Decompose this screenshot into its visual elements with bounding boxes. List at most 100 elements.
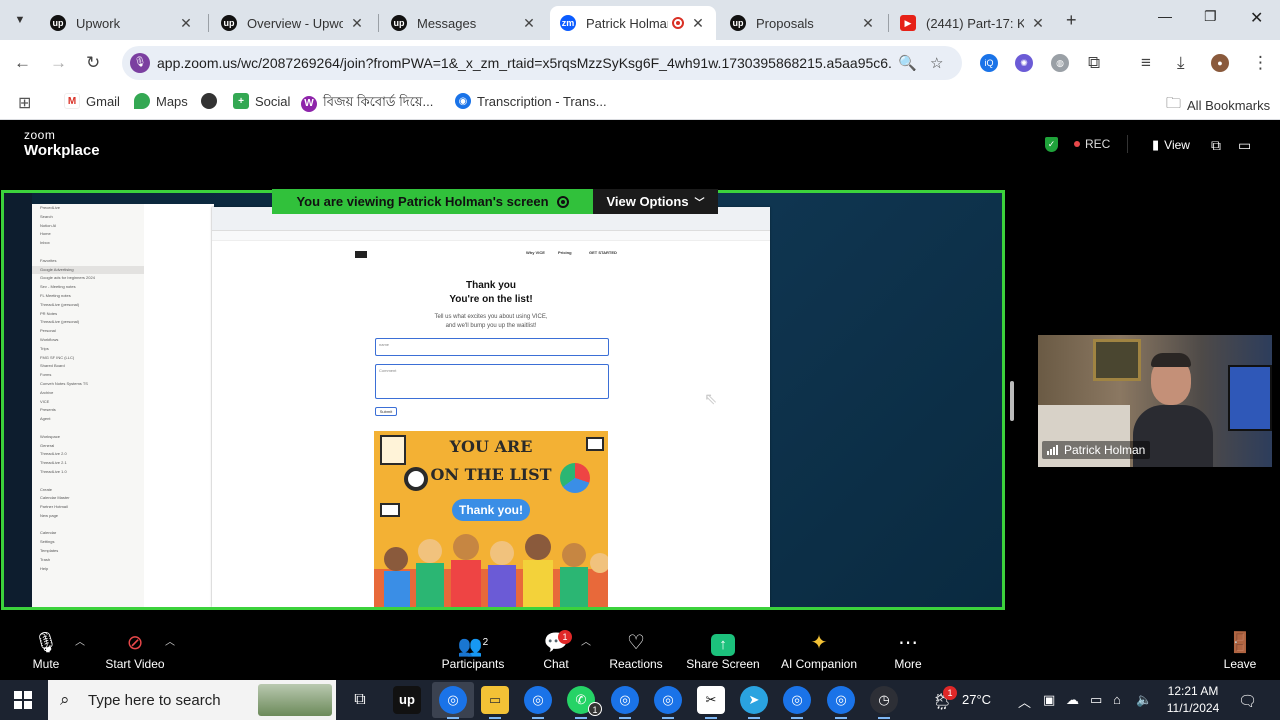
tab-upwork[interactable]: up Upwork ✕ [40,6,204,40]
participants-button[interactable]: 👥2 Participants [440,629,506,671]
tab-proposals[interactable]: up Proposals ✕ [720,6,886,40]
audio-options-caret-icon[interactable]: ︿ [75,633,85,648]
shared-sidebar-item: ThreadLive (personal) [40,319,80,325]
share-screen-button[interactable]: ↑ Share Screen [684,629,762,671]
bookmark-gmail[interactable]: M Gmail [64,93,120,109]
onedrive-cloud-icon[interactable]: ☁ [1066,692,1079,708]
shared-sidebar-item: Presents [40,407,56,413]
battery-icon[interactable]: ▭ [1090,692,1102,708]
video-options-caret-icon[interactable]: ︿ [165,633,175,648]
extension-icon[interactable]: iQ [980,54,998,72]
view-options-button[interactable]: View Options ﹀ [593,189,718,214]
more-button[interactable]: ⋯ More [888,629,928,671]
tab-title: (2441) Part-17: Key [926,15,1024,31]
upwork-app-icon[interactable]: up [393,686,421,714]
start-video-button[interactable]: ⊘ Start Video [100,629,170,671]
bookmark-transcription[interactable]: ◉ Transcription - Trans... [455,93,607,109]
notification-center-icon[interactable]: 🗨 [1238,692,1257,710]
new-tab-button[interactable]: + [1066,10,1077,31]
reload-icon[interactable]: ↻ [86,53,100,73]
network-icon[interactable]: ⌂ [1113,692,1121,707]
bookmark-bijoy[interactable]: W বিজয় কিবোর্ড দিয়ে... [301,93,433,114]
tray-app-icon[interactable]: ▣ [1043,692,1055,708]
bookmark-globe[interactable] [201,93,223,109]
chrome-app-icon[interactable]: ◎ [439,686,467,719]
chrome-app-icon[interactable]: ◎ [524,686,552,719]
shared-sidebar-item [32,424,144,433]
reactions-button[interactable]: ♡ Reactions [606,629,666,671]
windows-start-icon[interactable] [14,691,32,709]
taskbar-search[interactable]: ⌕ Type here to search [48,680,336,720]
tray-chevron-icon[interactable]: ︿ [1018,692,1031,711]
participants-count: 2 [482,637,489,648]
chrome-app-icon[interactable]: ◎ [654,686,682,719]
leave-label: Leave [1223,657,1257,671]
clock-app-icon[interactable]: ◷ [870,686,898,719]
tab-messages[interactable]: up Messages ✕ [381,6,547,40]
download-icon[interactable]: ⤓ [1177,53,1185,73]
ai-companion-button[interactable]: ✦ AI Companion [778,629,860,671]
forward-arrow-icon[interactable]: → [50,53,67,73]
all-bookmarks-folder[interactable]: 🗀 All Bookmarks [1166,93,1270,118]
chrome-menu-icon[interactable]: ⋮ [1252,53,1269,73]
telegram-icon[interactable]: ➤ [740,686,768,719]
weather-temperature[interactable]: 27°C [962,692,991,707]
bookmark-social[interactable]: + Social [233,93,290,109]
system-clock[interactable]: 12:21 AM 11/1/2024 [1162,683,1224,717]
apps-grid-icon[interactable]: ⊞ [18,93,31,113]
profile-avatar[interactable]: ● [1211,54,1229,72]
reactions-label: Reactions [609,657,663,671]
extension-gear-icon[interactable]: ✺ [1015,54,1033,72]
close-tab-icon[interactable]: ✕ [1030,15,1046,32]
share-screen-label: Share Screen [686,657,760,671]
site-logo-icon [355,251,367,258]
mute-button[interactable]: 🎙 Mute [26,629,66,671]
leave-button[interactable]: 🚪 Leave [1220,629,1260,671]
chrome-app-icon[interactable]: ◎ [611,686,639,719]
minimize-meeting-icon[interactable]: ⧉ [1211,137,1221,154]
close-tab-icon[interactable]: ✕ [860,15,876,32]
close-window-icon[interactable]: ✕ [1250,8,1263,28]
panel-resize-handle[interactable] [1010,381,1014,421]
view-button[interactable]: ▮ View [1152,137,1190,153]
tab-zoom-meeting[interactable]: zm Patrick Holman ✕ [550,6,716,40]
pip-icon[interactable]: ▭ [1238,137,1251,154]
comment-field: Comment [375,364,609,399]
close-tab-icon[interactable]: ✕ [690,15,706,32]
close-tab-icon[interactable]: ✕ [349,15,365,32]
minimize-icon[interactable]: — [1158,8,1172,24]
tab-overview-upwork[interactable]: up Overview - Upwork ✕ [211,6,375,40]
address-bar[interactable]: 🎙 app.zoom.us/wc/2087269264/join?fromPWA… [122,46,962,80]
tab-search-chevron-icon[interactable]: ▼ [8,8,32,32]
url-text[interactable]: app.zoom.us/wc/2087269264/join?fromPWA=1… [157,55,892,71]
bookmark-star-icon[interactable]: ☆ [930,54,943,72]
shared-screen-view[interactable]: PrecedLive Search Notion AI Home Inbox Favori… [1,190,1005,610]
bookmark-maps[interactable]: Maps [134,93,188,109]
zoom-workplace-logo: zoom Workplace [24,129,100,158]
volume-icon[interactable]: 🔈 [1136,692,1152,708]
windows-taskbar: ⌕ Type here to search ⧉ up ◎ ▭ ◎ ✆ 1 ◎ ◎… [0,680,1280,720]
chat-options-caret-icon[interactable]: ︿ [581,633,591,648]
file-explorer-icon[interactable]: ▭ [481,686,509,719]
task-view-icon[interactable]: ⧉ [346,686,374,714]
sharing-banner-text: You are viewing Patrick Holman's screen [296,194,549,209]
zoom-magnifier-icon[interactable]: 🔍 [898,54,917,72]
microphone-site-icon[interactable]: 🎙 [130,53,150,73]
chrome-app-icon[interactable]: ◎ [783,686,811,719]
media-control-icon[interactable]: ≡ [1141,53,1151,73]
restore-icon[interactable]: ❐ [1204,8,1217,25]
chat-unread-badge: 1 [558,630,572,644]
encryption-shield-icon[interactable]: ✓ [1045,137,1058,152]
extension-globe-icon[interactable]: ◍ [1051,54,1069,72]
tab-youtube[interactable]: ▶ (2441) Part-17: Key ✕ [890,6,1056,40]
capcut-icon[interactable]: ✂ [697,686,725,719]
celebrating-crowd-illustration [374,534,608,607]
extensions-puzzle-icon[interactable]: ⧉ [1088,53,1100,73]
chrome-app-icon[interactable]: ◎ [827,686,855,719]
back-arrow-icon[interactable]: ← [14,53,31,73]
close-tab-icon[interactable]: ✕ [521,15,537,32]
participant-video-tile[interactable]: Patrick Holman [1038,335,1272,467]
close-tab-icon[interactable]: ✕ [178,15,194,32]
recording-indicator[interactable]: REC [1074,137,1110,151]
shared-sidebar-item: Archive [40,389,54,395]
